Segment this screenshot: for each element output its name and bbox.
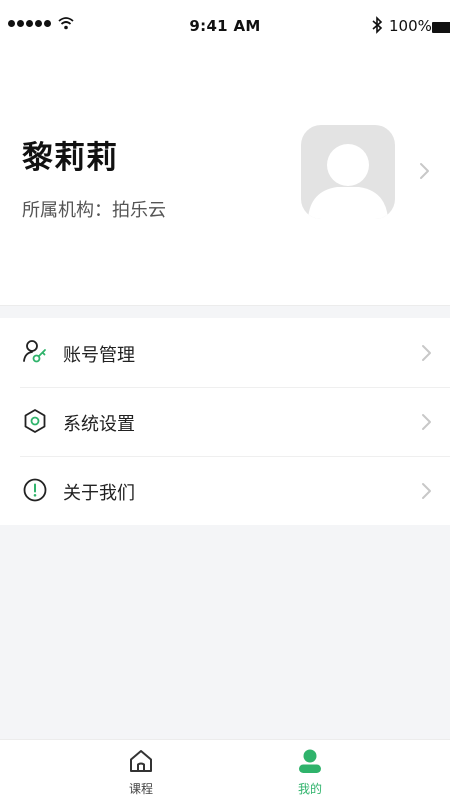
user-key-icon <box>23 340 46 363</box>
tab-label: 课程 <box>128 782 153 796</box>
info-exclamation-icon <box>23 478 47 502</box>
chevron-right-icon <box>420 163 429 179</box>
bluetooth-icon <box>372 16 383 34</box>
menu-item-about-us[interactable]: 关于我们 <box>0 456 450 525</box>
hexagon-settings-icon <box>24 409 46 433</box>
avatar[interactable] <box>301 125 395 219</box>
battery-percentage: 100% <box>389 17 432 35</box>
menu-item-label: 关于我们 <box>63 483 135 504</box>
profile-header[interactable]: 黎莉莉 所属机构：拍乐云 <box>0 54 450 306</box>
menu-item-label: 系统设置 <box>63 414 135 435</box>
menu-item-system-settings[interactable]: 系统设置 <box>0 387 450 456</box>
my-profile-screen: 9:41 AM 100% 黎莉莉 所属机构：拍乐云 账号管理 系统设置 关于我们… <box>0 0 450 800</box>
profile-name: 黎莉莉 <box>22 140 118 176</box>
chevron-right-icon <box>422 345 431 361</box>
chevron-right-icon <box>422 414 431 430</box>
home-icon <box>130 750 152 772</box>
bottom-tab-bar: 课程 我的 <box>0 739 450 800</box>
avatar-placeholder-icon <box>308 144 388 219</box>
status-bar: 9:41 AM 100% <box>0 0 450 54</box>
chevron-right-icon <box>422 483 431 499</box>
user-icon <box>299 749 321 773</box>
tab-courses[interactable]: 课程 <box>91 740 191 800</box>
menu-item-label: 账号管理 <box>63 345 135 366</box>
tab-label: 我的 <box>297 782 322 796</box>
settings-menu: 账号管理 系统设置 关于我们 <box>0 318 450 525</box>
battery-icon <box>432 22 450 33</box>
profile-organization: 所属机构：拍乐云 <box>22 200 166 221</box>
menu-item-account-management[interactable]: 账号管理 <box>0 318 450 387</box>
tab-mine[interactable]: 我的 <box>260 740 360 800</box>
